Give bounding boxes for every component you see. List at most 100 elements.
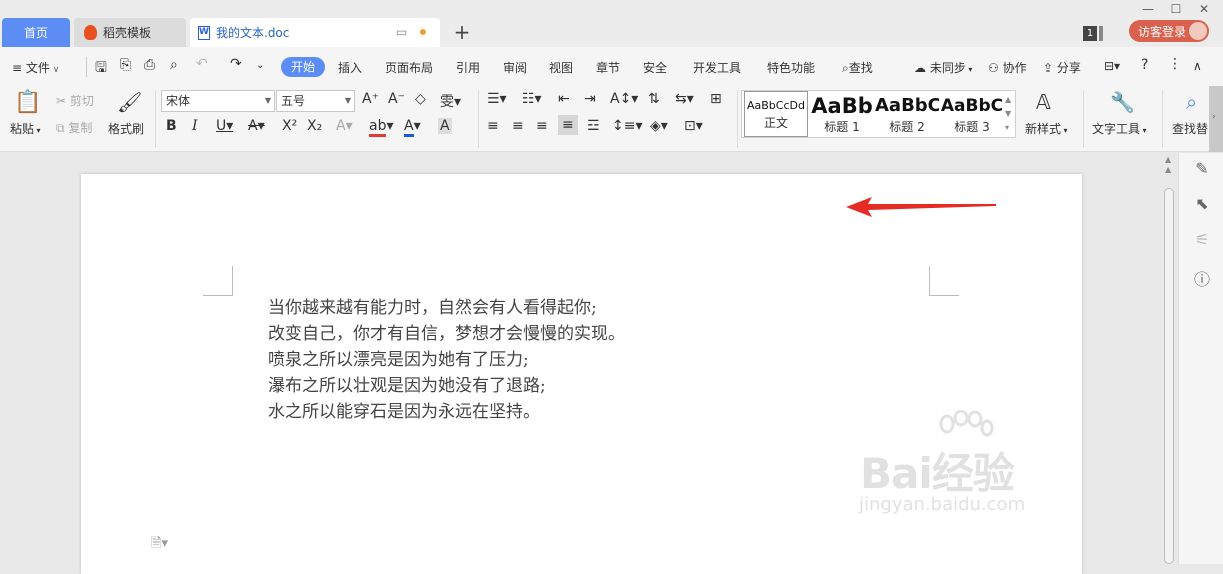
menu-view[interactable]: 视图 [549, 59, 573, 76]
collapse-ribbon-icon[interactable]: ∧ [1193, 59, 1202, 73]
menu-developer-tools[interactable]: 开发工具 [693, 59, 741, 76]
align-left-icon[interactable]: ≡ [487, 118, 499, 134]
increase-indent-icon[interactable]: ⇥ [584, 91, 596, 107]
align-right-icon[interactable]: ≡ [536, 118, 548, 134]
menu-reference[interactable]: 引用 [456, 59, 480, 76]
subscript-icon[interactable]: X₂ [307, 118, 322, 134]
style-heading-2[interactable]: AaBbC 标题 2 [875, 91, 939, 137]
grow-font-icon[interactable]: A⁺ [362, 91, 379, 107]
menu-file-label: 文件 [25, 61, 50, 75]
minimize-icon[interactable]: — [1138, 2, 1158, 16]
help-icon[interactable]: ? [1141, 57, 1148, 73]
superscript-icon[interactable]: X² [282, 118, 297, 134]
monitor-icon[interactable]: ▭ [396, 25, 407, 39]
font-size-select[interactable]: 五号 ▼ [276, 90, 355, 112]
find-icon[interactable]: ⌕ [1186, 90, 1197, 114]
unsaved-dot-icon [420, 29, 426, 35]
page-layout-icon[interactable]: 🗎▾ [151, 534, 168, 556]
justify-icon[interactable]: ≡ [558, 115, 578, 135]
format-painter-button[interactable]: 格式刷 [108, 120, 144, 137]
new-style-icon[interactable]: 𝔸 [1036, 90, 1051, 114]
line-spacing-icon[interactable]: ↕≡▾ [612, 118, 643, 134]
menu-review[interactable]: 审阅 [503, 59, 527, 76]
select-cursor-icon[interactable]: ⬉ [1192, 194, 1212, 213]
decrease-indent-icon[interactable]: ⇤ [558, 91, 570, 107]
numbered-list-icon[interactable]: ☷▾ [522, 91, 542, 107]
print-icon[interactable]: ⎙ [144, 57, 155, 73]
print-preview-icon[interactable]: ⌕ [170, 57, 178, 73]
undo-icon[interactable]: ↶ [196, 56, 208, 72]
text-tools-label: 文字工具 [1092, 122, 1141, 136]
menu-special-features[interactable]: 特色功能 [767, 59, 815, 76]
add-tab-icon[interactable]: + [452, 22, 472, 42]
find-replace-button[interactable]: 查找替 [1172, 120, 1209, 137]
bullet-list-icon[interactable]: ☰▾ [487, 91, 507, 107]
style-heading-3[interactable]: AaBbC 标题 3 [940, 91, 1004, 137]
shrink-font-icon[interactable]: A⁻ [388, 91, 405, 107]
menu-start[interactable]: 开始 [281, 57, 325, 77]
underline-icon[interactable]: U▾ [216, 118, 233, 134]
sort-icon[interactable]: ⇅ [648, 91, 660, 107]
tab-document[interactable]: W 我的文本.doc ▭ [190, 18, 440, 47]
shading-icon[interactable]: ◈▾ [650, 118, 668, 134]
tab-home[interactable]: 首页 [2, 18, 70, 47]
paste-button[interactable]: 粘贴 ▾ [10, 120, 41, 137]
text-effect-icon[interactable]: A▾ [336, 118, 353, 134]
style-normal[interactable]: AaBbCcDd 正文 [744, 91, 808, 137]
adjust-icon[interactable]: ⚟ [1192, 230, 1212, 249]
save-icon[interactable]: 🖫 [95, 57, 107, 81]
distribute-icon[interactable]: ☲ [587, 118, 600, 134]
vertical-scrollbar[interactable]: ▲ ▲ [1160, 153, 1178, 564]
close-icon[interactable]: ✕ [1194, 2, 1214, 16]
table-icon[interactable]: ⊞ [710, 91, 722, 107]
copy-button[interactable]: ⧉ 复制 [56, 119, 92, 136]
style-heading-1[interactable]: AaBb 标题 1 [810, 91, 874, 137]
cut-button[interactable]: ✂ 剪切 [56, 92, 94, 109]
format-painter-icon[interactable]: 🖌 [117, 90, 142, 114]
menu-chapter[interactable]: 章节 [596, 59, 620, 76]
menu-bar: ≡ 文件 ∨ 🖫 ⎘ ⎙ ⌕ ↶ ↷ ⌄ 开始 插入 页面布局 引用 审阅 视图… [0, 47, 1223, 86]
show-marks-icon[interactable]: ⇆▾ [675, 91, 694, 107]
new-style-button[interactable]: 新样式 ▾ [1025, 120, 1068, 137]
font-color-icon[interactable]: A▾ [404, 118, 421, 137]
document-body[interactable]: 当你越来越有能力时，自然会有人看得起你; 改变自己，你才有自信，梦想才会慢慢的实… [268, 295, 625, 425]
scroll-up-icon[interactable]: ▲ ▲ [1165, 155, 1171, 175]
italic-icon[interactable]: I [192, 118, 198, 134]
menu-page-layout[interactable]: 页面布局 [385, 59, 433, 76]
highlight-icon[interactable]: ab▾ [369, 118, 394, 137]
phonetic-icon[interactable]: 雯▾ [440, 91, 461, 111]
pen-icon[interactable]: ✎ [1192, 159, 1212, 178]
maximize-icon[interactable]: ☐ [1166, 2, 1186, 16]
menu-collaborate[interactable]: ⚇ 协作 [988, 59, 1027, 76]
redo-icon[interactable]: ↷ [230, 56, 242, 72]
more-icon[interactable]: ⋮ [1168, 56, 1182, 72]
text-direction-icon[interactable]: A↕▾ [610, 91, 638, 107]
quick-access-chevron-icon[interactable]: ⌄ [256, 60, 264, 71]
clear-format-icon[interactable]: ◇ [415, 91, 426, 107]
scrollbar-thumb[interactable] [1164, 188, 1174, 564]
menu-file[interactable]: ≡ 文件 ∨ [12, 59, 59, 76]
menu-share[interactable]: ⇪ 分享 [1043, 59, 1081, 76]
strikethrough-icon[interactable]: A▾ [248, 118, 265, 134]
bold-icon[interactable]: B [166, 118, 177, 134]
help-circle-icon[interactable]: ⓘ [1192, 266, 1212, 290]
ribbon-scroll-handle[interactable]: › [1209, 86, 1223, 152]
layout-icon[interactable] [1099, 26, 1103, 41]
menu-security[interactable]: 安全 [643, 59, 667, 76]
borders-icon[interactable]: ⊡▾ [684, 118, 703, 134]
toolbox-icon[interactable]: ⊟▾ [1104, 59, 1120, 73]
align-center-icon[interactable]: ≡ [512, 118, 524, 134]
menu-sync[interactable]: ☁ 未同步 ▾ [914, 59, 972, 76]
menu-search[interactable]: ⌕查找 [842, 59, 873, 76]
menu-insert[interactable]: 插入 [338, 59, 362, 76]
styles-scroll-icon[interactable]: ▲ ▼ ▾ [1005, 93, 1011, 135]
font-name-select[interactable]: 宋体 ▼ [161, 90, 275, 112]
wrench-icon[interactable]: 🔧 [1110, 90, 1135, 114]
tab-daoke-templates[interactable]: 稻壳模板 [74, 18, 186, 47]
char-shading-icon[interactable]: A [438, 118, 452, 134]
guest-login-button[interactable]: 访客登录 [1129, 20, 1209, 42]
output-icon[interactable]: ⎘ [120, 57, 131, 73]
text-tools-button[interactable]: 文字工具 ▾ [1092, 120, 1147, 137]
page-count-badge[interactable]: 1 [1083, 26, 1097, 41]
paste-icon[interactable]: 📋 [14, 90, 41, 115]
